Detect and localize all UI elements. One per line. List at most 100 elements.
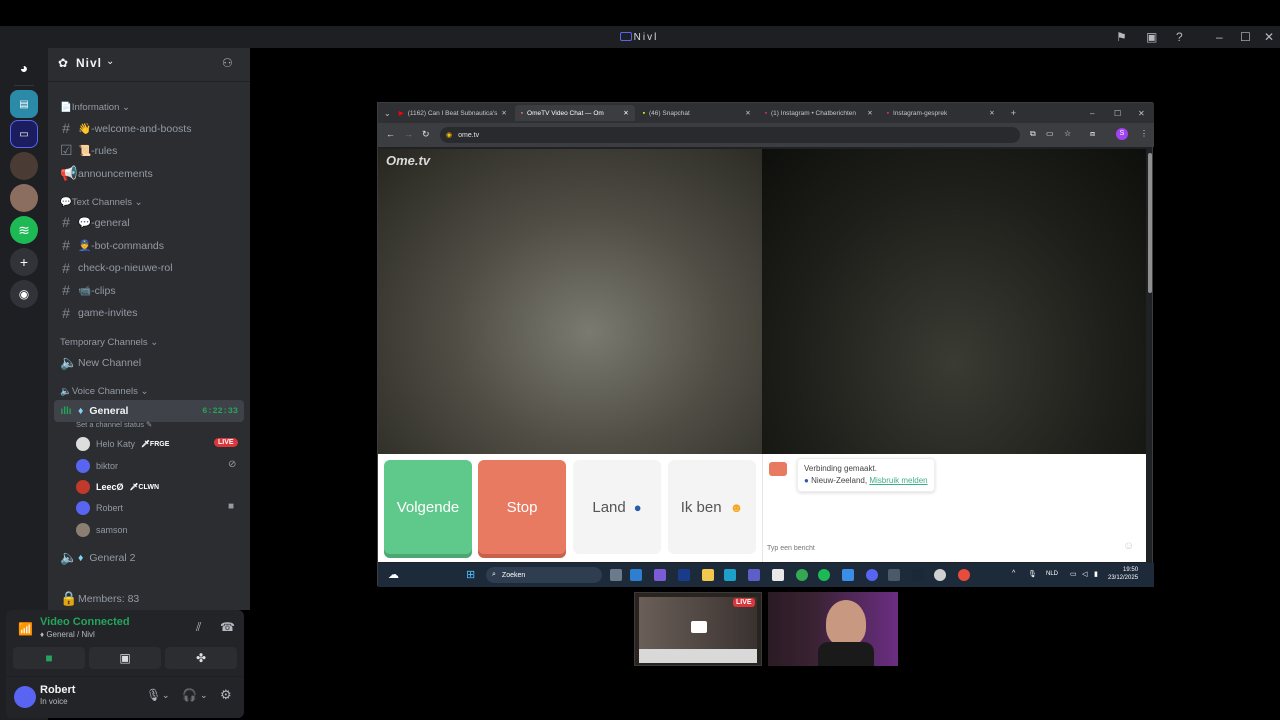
invite-people-icon[interactable]: ⚇ [222, 56, 233, 70]
voice-user-samson[interactable]: samson [76, 523, 128, 537]
app-icon-6[interactable] [934, 569, 946, 581]
language-indicator[interactable]: NLD [1046, 571, 1058, 577]
channel-bot-commands[interactable]: # 👮-bot-commands [60, 237, 164, 253]
stream-thumbnail-screen[interactable]: LIVE [634, 592, 762, 666]
server-icon-nivl[interactable]: ▭ [10, 120, 38, 148]
mic-tray-icon[interactable]: 🎙 [1028, 570, 1037, 578]
steam-icon[interactable] [912, 569, 924, 581]
tab-instagram-chat[interactable]: ▪ (1) Instagram • Chatberichten ✕ [759, 105, 879, 121]
reload-icon[interactable]: ↻ [422, 129, 430, 140]
spotify-icon[interactable]: ≋ [10, 216, 38, 244]
close-tab-icon[interactable]: ✕ [989, 109, 994, 117]
microphone-icon[interactable]: 🎙 [146, 688, 161, 702]
app-icon-7[interactable] [958, 569, 970, 581]
network-icon[interactable]: ▭ [1070, 570, 1077, 578]
close-icon[interactable]: ✕ [1264, 30, 1276, 44]
gender-button[interactable]: Ik ben ☻ [668, 460, 756, 554]
tray-chevron-icon[interactable]: ^ [1012, 570, 1015, 577]
channel-welcome[interactable]: # 👋-welcome-and-boosts [60, 120, 191, 136]
forward-icon[interactable]: → [404, 129, 413, 139]
file-explorer-icon[interactable] [702, 569, 714, 581]
server-icon-3[interactable] [10, 184, 38, 212]
task-view-icon[interactable] [610, 569, 622, 581]
chrome-icon[interactable] [796, 569, 808, 581]
store-icon[interactable] [772, 569, 784, 581]
inbox-icon[interactable]: ⚑ [1116, 30, 1129, 44]
channel-status[interactable]: Set a channel status ✎ [76, 420, 152, 429]
close-tab-icon[interactable]: ✕ [745, 109, 750, 117]
voice-user-leeco[interactable]: LeecØ 🗡CLWN [76, 480, 159, 494]
profile-avatar[interactable]: S [1116, 128, 1128, 140]
voice-user-robert[interactable]: Robert [76, 501, 123, 515]
close-tab-icon[interactable]: ✕ [867, 109, 872, 117]
channel-announcements[interactable]: 📢 announcements [60, 165, 153, 182]
tab-youtube[interactable]: ▶ (1162) Can I Beat Subnautica's ✕ [393, 105, 513, 121]
teams-icon[interactable] [748, 569, 760, 581]
tab-search-icon[interactable]: ⌄ [384, 109, 391, 118]
chevron-down-icon[interactable]: ⌄ [200, 690, 208, 701]
menu-kebab-icon[interactable]: ⋮ [1140, 129, 1148, 138]
voice-channel-general-2[interactable]: 🔈 ♦ General 2 [60, 549, 135, 566]
new-tab-icon[interactable]: + [1011, 108, 1016, 118]
discover-icon[interactable]: ◉ [10, 280, 38, 308]
stream-thumbnail-camera[interactable] [768, 592, 898, 666]
members-channel[interactable]: 🔒 Members: 83 [60, 590, 139, 607]
minimize-icon[interactable]: – [1090, 109, 1094, 118]
category-voice[interactable]: 🔈Voice Channels ⌄ [60, 386, 148, 397]
maximize-icon[interactable]: ☐ [1114, 109, 1121, 118]
server-name[interactable]: Nivl [76, 56, 102, 70]
camera-button[interactable]: ■ [13, 647, 85, 669]
minimize-icon[interactable]: – [1216, 30, 1225, 44]
help-icon[interactable]: ? [1176, 30, 1185, 44]
tab-snapchat[interactable]: ▪ (46) Snapchat ✕ [637, 105, 757, 121]
weather-icon[interactable]: ☁ [388, 568, 399, 581]
voice-location[interactable]: ♦ General / Nivl [40, 630, 95, 639]
cast-icon[interactable]: ▭ [1046, 129, 1054, 138]
clock[interactable]: 19:50 23/12/2025 [1108, 566, 1138, 582]
close-icon[interactable]: ✕ [1138, 109, 1145, 118]
voice-user-helokaty[interactable]: Helo Katy 🗡FRGE [76, 437, 169, 451]
taskbar-search[interactable]: ⌕ Zoeken [486, 567, 602, 583]
user-avatar[interactable] [14, 686, 36, 708]
country-button[interactable]: Land ● [573, 460, 661, 554]
category-text[interactable]: 💬Text Channels ⌄ [60, 197, 143, 208]
disconnect-icon[interactable]: ☎ [220, 620, 235, 634]
category-temporary[interactable]: Temporary Channels ⌄ [60, 337, 158, 348]
app-icon-2[interactable] [654, 569, 666, 581]
maximize-icon[interactable]: ☐ [1240, 30, 1253, 44]
windows-start-icon[interactable]: ⊞ [466, 568, 475, 581]
server-icon-1[interactable]: ▤ [10, 90, 38, 118]
server-icon-2[interactable] [10, 152, 38, 180]
app-icon-3[interactable] [678, 569, 690, 581]
chevron-down-icon[interactable]: ⌄ [162, 690, 170, 701]
channel-clips[interactable]: # 📹-clips [60, 282, 115, 298]
voice-channel-general[interactable]: ıllı ♦ General 6:22:33 [54, 400, 244, 422]
chat-input[interactable] [767, 540, 1107, 556]
shared-browser-window[interactable]: ⌄ ▶ (1162) Can I Beat Subnautica's ✕ ▪ OmeT… [377, 102, 1154, 587]
discord-icon[interactable] [866, 569, 878, 581]
close-tab-icon[interactable]: ✕ [623, 109, 628, 117]
channel-rules[interactable]: ☑ 📜-rules [60, 142, 117, 159]
app-icon-5[interactable] [888, 569, 900, 581]
channel-game-invites[interactable]: # game-invites [60, 305, 137, 321]
back-icon[interactable]: ← [386, 129, 395, 139]
stop-button[interactable]: Stop [478, 460, 566, 554]
spotify-icon[interactable] [818, 569, 830, 581]
extensions-icon[interactable]: ⧈ [1090, 129, 1095, 139]
channel-general[interactable]: # 💬-general [60, 214, 130, 230]
signal-icon[interactable]: 📶 [18, 622, 33, 636]
next-button[interactable]: Volgende [384, 460, 472, 554]
close-tab-icon[interactable]: ✕ [501, 109, 506, 117]
category-information[interactable]: 📄Information ⌄ [60, 102, 130, 113]
address-bar[interactable]: ◉ ome.tv [440, 127, 1020, 143]
discord-home-icon[interactable]: ◕ [10, 54, 38, 82]
bookmark-star-icon[interactable]: ☆ [1064, 129, 1071, 138]
channel-new-channel[interactable]: 🔈 New Channel [60, 354, 141, 371]
tab-ometv[interactable]: ▪ OmeTV Video Chat — Om ✕ [514, 105, 635, 121]
emoji-icon[interactable]: ☺ [1123, 540, 1134, 552]
tab-instagram-gesprek[interactable]: ▪ Instagram-gesprek ✕ [881, 105, 1001, 121]
noise-suppression-icon[interactable]: ⫽ [196, 620, 201, 635]
chevron-down-icon[interactable]: ⌄ [106, 56, 114, 67]
activities-button[interactable]: ✤ [165, 647, 237, 669]
screen-share-button[interactable]: ▣ [89, 647, 161, 669]
